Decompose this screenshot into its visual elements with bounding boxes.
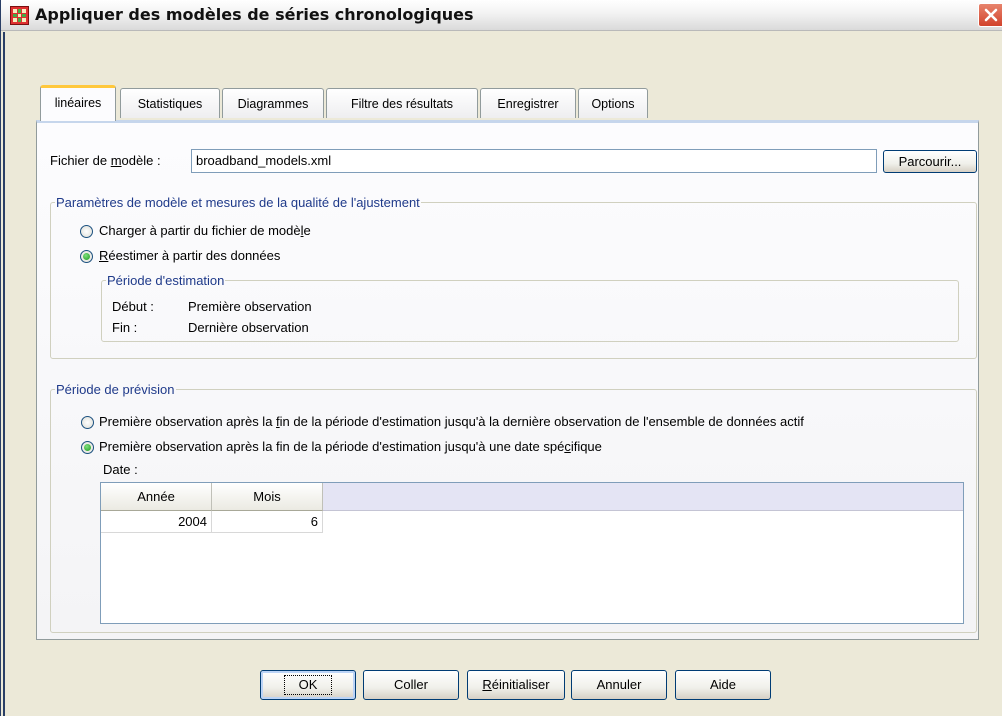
ok-button[interactable]: OK: [260, 670, 356, 700]
estimation-period-legend: Période d'estimation: [107, 273, 225, 288]
window-title: Appliquer des modèles de séries chronolo…: [35, 5, 474, 24]
date-grid[interactable]: Année Mois 2004 6: [100, 482, 964, 624]
forecast-period-legend: Période de prévision: [56, 382, 175, 397]
radio-reestimate-label-mnemonic: R: [99, 248, 109, 263]
radio-forecast-active-label[interactable]: Première observation après la fin de la …: [99, 414, 804, 429]
radio-forecast-specific-label-post: ifique: [570, 439, 602, 454]
tab-filtre-resultats[interactable]: Filtre des résultats: [326, 88, 478, 118]
close-button[interactable]: [978, 3, 1002, 27]
ok-button-label: OK: [283, 675, 333, 695]
radio-forecast-specific-label[interactable]: Première observation après la fin de la …: [99, 439, 602, 454]
reset-button[interactable]: Réinitialiser: [467, 670, 565, 700]
date-grid-col-mois[interactable]: Mois: [212, 483, 323, 511]
radio-load-label[interactable]: Charger à partir du fichier de modèle: [99, 223, 311, 238]
estimation-start-label: Début :: [112, 299, 154, 314]
reset-button-label-rest: éinitialiser: [491, 677, 550, 692]
radio-forecast-active-label-post: in de la période d'estimation jusqu'à la…: [279, 414, 804, 429]
help-button[interactable]: Aide: [675, 670, 771, 700]
cancel-button[interactable]: Annuler: [571, 670, 667, 700]
tab-lineaires[interactable]: linéaires: [40, 85, 116, 121]
tab-statistiques[interactable]: Statistiques: [120, 88, 220, 118]
dialog-window: Appliquer des modèles de séries chronolo…: [0, 0, 1002, 716]
radio-forecast-specific-date[interactable]: [81, 441, 94, 454]
model-file-input[interactable]: broadband_models.xml: [191, 149, 877, 173]
estimation-start-value: Première observation: [188, 299, 312, 314]
window-left-frame: [3, 32, 5, 716]
date-grid-col-annee[interactable]: Année: [101, 483, 212, 511]
model-file-label-prefix: Fichier de: [50, 153, 111, 168]
title-bar[interactable]: Appliquer des modèles de séries chronolo…: [1, 0, 1002, 31]
browse-button[interactable]: Parcourir...: [883, 150, 977, 173]
radio-forecast-active-label-pre: Première observation après la: [99, 414, 277, 429]
close-icon: [984, 8, 998, 22]
radio-forecast-specific-label-pre: Première observation après la fin de la …: [99, 439, 565, 454]
tab-options[interactable]: Options: [578, 88, 648, 118]
paste-button[interactable]: Coller: [363, 670, 459, 700]
radio-reestimate-label-post: éestimer à partir des données: [108, 248, 281, 263]
radio-load-label-post: e: [303, 223, 311, 238]
tab-strip: linéaires Statistiques Diagrammes Filtre…: [36, 85, 979, 125]
estimation-end-value: Dernière observation: [188, 320, 309, 335]
radio-load-label-pre: Charger à partir du fichier de modè: [99, 223, 301, 238]
model-file-label: Fichier de modèle :: [50, 153, 161, 168]
radio-reestimate[interactable]: [80, 250, 93, 263]
tab-diagrammes[interactable]: Diagrammes: [222, 88, 324, 118]
date-grid-cell-mois[interactable]: 6: [212, 511, 323, 533]
date-grid-cell-annee[interactable]: 2004: [101, 511, 212, 533]
radio-load-from-file[interactable]: [80, 225, 93, 238]
spss-app-icon: [10, 6, 29, 25]
tab-enregistrer[interactable]: Enregistrer: [480, 88, 576, 118]
radio-forecast-end-of-active-data[interactable]: [81, 416, 94, 429]
estimation-end-label: Fin :: [112, 320, 138, 335]
model-file-label-suffix: odèle :: [121, 153, 161, 168]
model-file-label-mnemonic: m: [110, 153, 122, 168]
params-group-legend: Paramètres de modèle et mesures de la qu…: [56, 195, 420, 210]
radio-reestimate-label[interactable]: Réestimer à partir des données: [99, 248, 280, 263]
date-label: Date :: [103, 462, 138, 477]
reset-button-mnemonic: R: [482, 677, 492, 692]
